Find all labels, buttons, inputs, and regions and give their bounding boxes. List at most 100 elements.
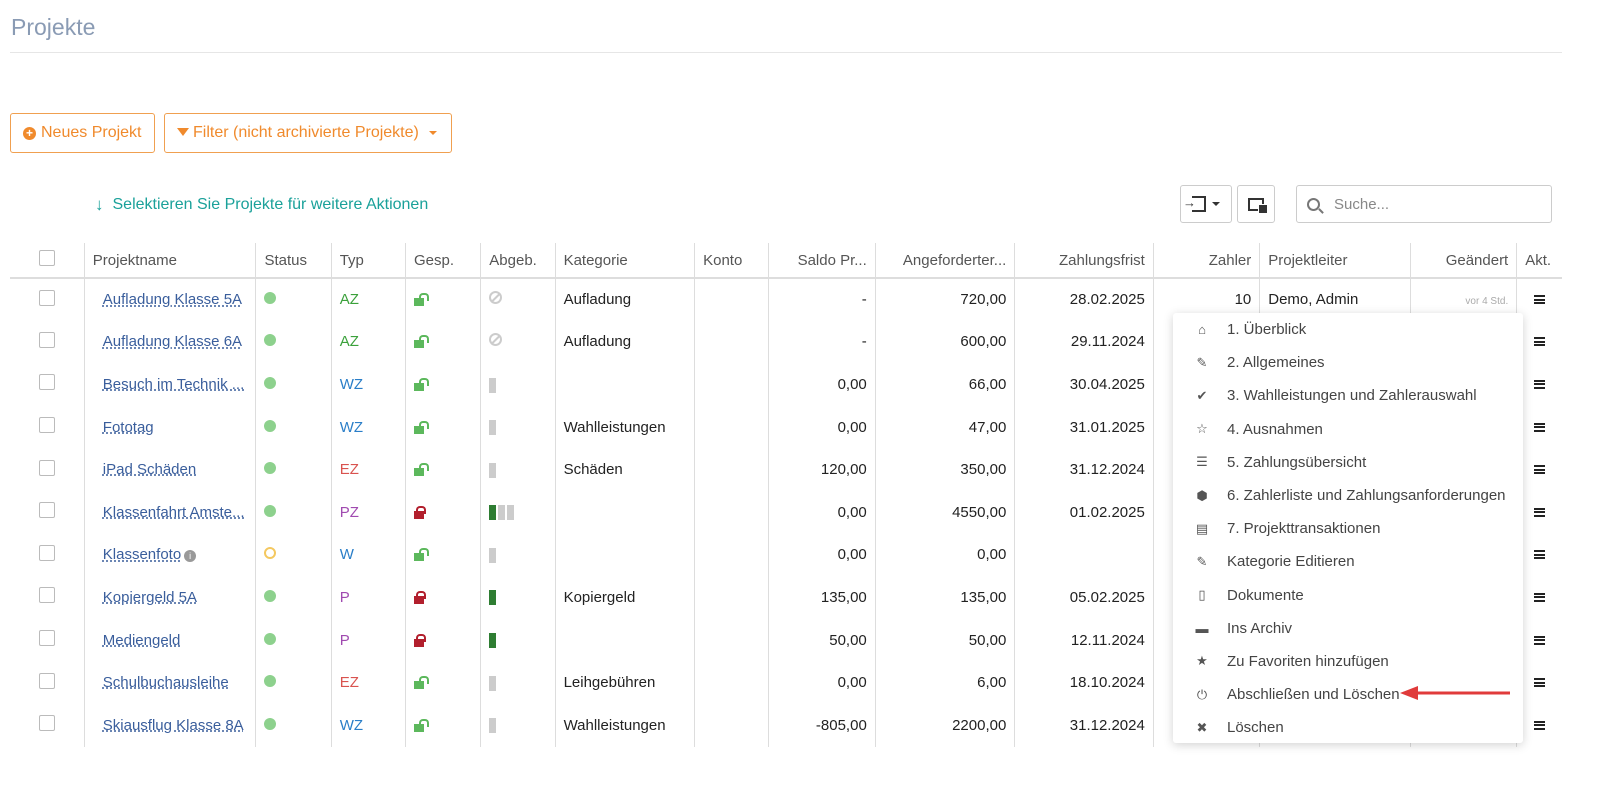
row-select-cell[interactable] <box>10 278 84 321</box>
project-name-link[interactable]: Klassenfoto <box>103 546 181 563</box>
row-select-cell[interactable] <box>10 576 84 619</box>
column-header[interactable]: Angeforderter... <box>874 243 1015 279</box>
row-select-cell[interactable] <box>10 363 84 406</box>
server-icon: ☰ <box>1196 454 1208 470</box>
status-active-icon <box>264 292 277 305</box>
column-header[interactable]: Saldo Pr... <box>768 243 876 279</box>
status-cell <box>255 448 332 491</box>
column-header[interactable]: Kategorie <box>554 243 695 279</box>
header-select-all[interactable] <box>10 243 85 279</box>
column-toggle-button[interactable] <box>1237 185 1275 223</box>
row-select-cell[interactable] <box>10 661 84 704</box>
project-name-link[interactable]: Mediengeld <box>103 632 181 649</box>
menu-item[interactable]: ✎ 2. Allgemeines <box>1173 346 1523 379</box>
row-select-cell[interactable] <box>10 448 84 491</box>
column-header[interactable]: Gesp. <box>404 243 481 279</box>
row-select-cell[interactable] <box>10 321 84 364</box>
status-cell <box>255 320 332 364</box>
project-name-link[interactable]: Fototag <box>103 419 154 436</box>
requested-cell: 50,00 <box>874 618 1015 662</box>
account-cell <box>694 363 769 406</box>
project-name-link[interactable]: Klassenfahrt Amste... <box>103 504 245 521</box>
menu-item[interactable]: ☰ 5. Zahlungsübersicht <box>1173 446 1523 479</box>
actions-menu-icon[interactable] <box>1534 507 1546 517</box>
column-header[interactable]: Status <box>255 243 332 279</box>
project-name-link[interactable]: Aufladung Klasse 6A <box>103 333 242 350</box>
progress-bars <box>489 547 497 563</box>
menu-item[interactable]: ⬢ 6. Zahlerliste und Zahlungsanforderunge… <box>1173 479 1523 512</box>
actions-menu-icon[interactable] <box>1534 592 1546 602</box>
menu-item-label: 4. Ausnahmen <box>1227 420 1323 438</box>
actions-menu-icon[interactable] <box>1534 422 1546 432</box>
balance-cell: 0,00 <box>768 661 876 704</box>
column-header[interactable]: Konto <box>694 243 769 279</box>
row-select-cell[interactable] <box>10 406 84 449</box>
status-active-icon <box>264 589 277 602</box>
row-select-cell[interactable] <box>10 534 84 577</box>
row-select-cell[interactable] <box>10 619 84 662</box>
row-checkbox[interactable] <box>39 289 55 306</box>
row-select-cell[interactable] <box>10 491 84 534</box>
info-icon[interactable]: i <box>184 550 197 563</box>
actions-menu-icon[interactable] <box>1534 295 1546 305</box>
actions-menu-icon[interactable] <box>1534 379 1546 389</box>
project-name-link[interactable]: Aufladung Klasse 5A <box>103 291 242 308</box>
row-checkbox[interactable] <box>39 544 55 561</box>
row-checkbox[interactable] <box>39 715 55 732</box>
menu-item[interactable]: ⌂ 1. Überblick <box>1173 313 1523 346</box>
selection-hint: ↓ Selektieren Sie Projekte für weitere A… <box>95 195 428 215</box>
filter-dropdown-button[interactable]: Filter (nicht archivierte Projekte) <box>164 113 452 153</box>
row-select-cell[interactable] <box>10 704 84 747</box>
project-actions-menu: ⌂ 1. Überblick ✎ 2. Allgemeines ✔ 3. Wahlleis… <box>1173 313 1523 743</box>
row-checkbox[interactable] <box>39 502 55 519</box>
row-checkbox[interactable] <box>39 331 55 348</box>
menu-item[interactable]: ▯ Dokumente <box>1173 579 1523 612</box>
menu-item[interactable]: ☆ 4. Ausnahmen <box>1173 413 1523 446</box>
row-checkbox[interactable] <box>39 459 55 476</box>
menu-item[interactable]: ✖ Löschen <box>1173 711 1523 744</box>
project-name-link[interactable]: Besuch im Technik ... <box>103 376 244 393</box>
account-cell <box>694 703 769 747</box>
export-button[interactable] <box>1180 185 1232 223</box>
actions-menu-icon[interactable] <box>1534 550 1546 560</box>
column-header[interactable]: Akt. <box>1516 243 1562 279</box>
column-header[interactable]: Projektleiter <box>1259 243 1411 279</box>
balance-cell: 120,00 <box>768 448 876 491</box>
actions-menu-icon[interactable] <box>1534 337 1546 347</box>
project-name-link[interactable]: Skiausflug Klasse 8A <box>103 717 244 734</box>
row-checkbox[interactable] <box>39 630 55 647</box>
project-name-link[interactable]: iPad Schäden <box>103 461 196 478</box>
select-all-checkbox[interactable] <box>39 250 55 266</box>
row-checkbox[interactable] <box>39 417 55 434</box>
project-name-link[interactable]: Kopiergeld 5A <box>103 589 197 606</box>
menu-item[interactable]: ★ Zu Favoriten hinzufügen <box>1173 645 1523 678</box>
progress-bars <box>489 462 497 478</box>
column-header[interactable]: Zahler <box>1152 243 1260 279</box>
actions-menu-icon[interactable] <box>1534 720 1546 730</box>
menu-item[interactable]: ▤ 7. Projekttransaktionen <box>1173 512 1523 545</box>
balance-cell: 50,00 <box>768 618 876 662</box>
project-name-link[interactable]: Schulbuchausleihe <box>103 674 229 691</box>
status-active-icon <box>264 334 277 347</box>
column-header[interactable]: Abgeb. <box>480 243 556 279</box>
row-checkbox[interactable] <box>39 587 55 604</box>
progress-bar-segment <box>489 377 497 393</box>
column-header[interactable]: Projektname <box>83 243 256 279</box>
search-box[interactable] <box>1296 185 1552 223</box>
column-header[interactable]: Zahlungsfrist <box>1014 243 1154 279</box>
menu-item-label: Dokumente <box>1227 586 1304 604</box>
search-input[interactable] <box>1334 195 1534 213</box>
row-checkbox[interactable] <box>39 672 55 689</box>
column-header[interactable]: Typ <box>330 243 406 279</box>
column-header[interactable]: Geändert <box>1409 243 1517 279</box>
new-project-button[interactable]: + Neues Projekt <box>10 113 155 153</box>
submitted-cell <box>480 703 556 747</box>
actions-menu-icon[interactable] <box>1534 678 1546 688</box>
actions-menu-icon[interactable] <box>1534 465 1546 475</box>
menu-item[interactable]: ▬ Ins Archiv <box>1173 612 1523 645</box>
menu-item[interactable]: ✔ 3. Wahlleistungen und Zahlerauswahl <box>1173 379 1523 412</box>
filter-icon <box>177 128 189 136</box>
row-checkbox[interactable] <box>39 374 55 391</box>
menu-item[interactable]: ✎ Kategorie Editieren <box>1173 545 1523 578</box>
actions-menu-icon[interactable] <box>1534 635 1546 645</box>
